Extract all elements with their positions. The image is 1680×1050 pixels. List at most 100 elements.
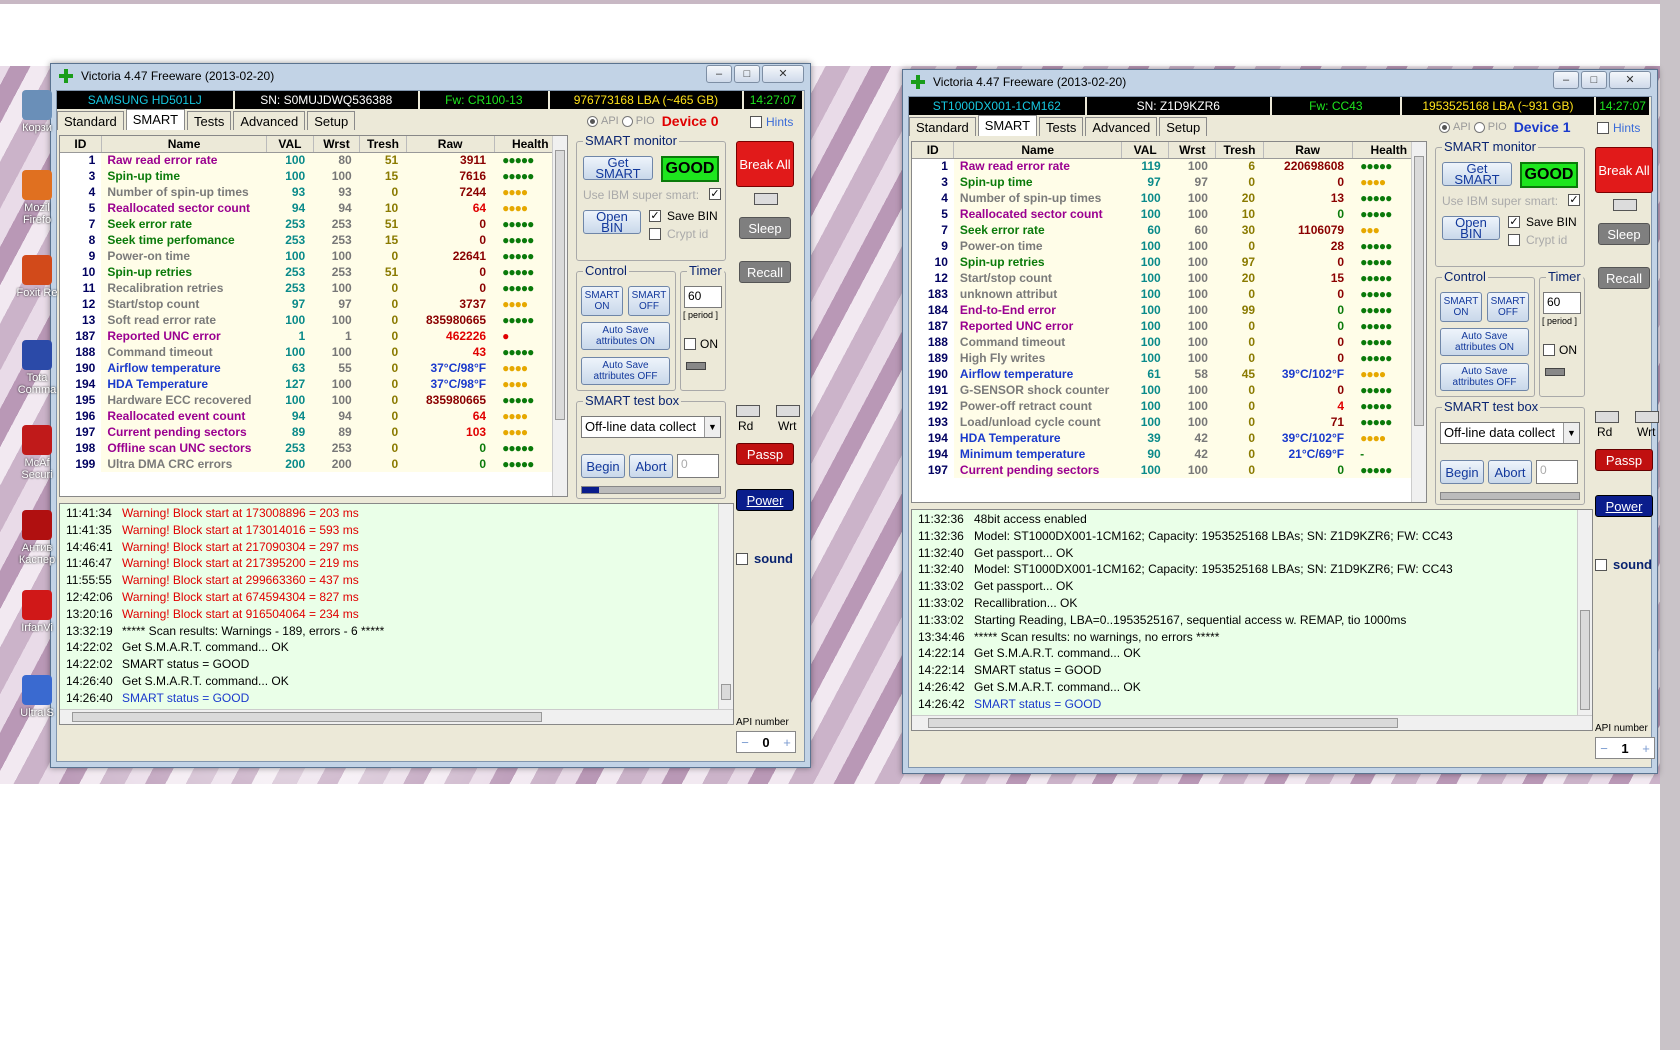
table-row[interactable]: 188 Command timeout 100 100 0 0 ●●●●● [912,334,1426,350]
auto-save-off-button[interactable]: Auto Save attributes OFF [1440,363,1529,391]
victoria-window-1[interactable]: Victoria 4.47 Freeware (2013-02-20) – □ ✕ ST… [902,69,1659,774]
desktop-icon-3[interactable]: Tota Comma [14,340,60,396]
chevron-down-icon[interactable]: ▼ [1563,423,1579,443]
table-row[interactable]: 191 G-SENSOR shock counter 100 100 0 0 ●●●●● [912,382,1426,398]
table-row[interactable]: 12 Start/stop count 100 100 20 15 ●●●●● [912,270,1426,286]
desktop-icon-2[interactable]: Foxit Re [14,255,60,299]
plus-icon[interactable]: + [1638,738,1654,758]
table-row[interactable]: 197 Current pending sectors 100 100 0 0 ●●●●● [912,462,1426,478]
auto-save-on-button[interactable]: Auto Save attributes ON [1440,328,1529,356]
table-row[interactable]: 12 Start/stop count 97 97 0 3737 ●●●● [60,296,567,312]
hints-toggle[interactable]: Hints [750,115,793,129]
table-row[interactable]: 190 Airflow temperature 63 55 0 37°C/98°F ●●●● [60,360,567,376]
save-bin-checkbox[interactable]: ✓ [649,210,661,222]
column-header-wrst[interactable]: Wrst [1168,142,1217,159]
open-bin-button[interactable]: Open BIN [583,210,641,234]
event-log[interactable]: 11:41:34 Warning! Block start at 17300889… [59,503,734,725]
table-row[interactable]: 7 Seek error rate 253 253 51 0 ●●●●● [60,216,567,232]
victoria-window-0[interactable]: Victoria 4.47 Freeware (2013-02-20) – □ ✕ SA… [50,63,811,768]
tab-standard[interactable]: Standard [909,117,976,136]
timer-on-checkbox[interactable] [1543,344,1555,356]
smart-on-button[interactable]: SMART ON [581,286,623,316]
plus-icon[interactable]: + [779,732,795,752]
title-bar[interactable]: Victoria 4.47 Freeware (2013-02-20) [51,64,810,88]
column-header-tresh[interactable]: Tresh [359,136,407,153]
table-row[interactable]: 10 Spin-up retries 253 253 51 0 ●●●●● [60,264,567,280]
column-header-id[interactable]: ID [60,136,102,153]
log-hscrollbar[interactable] [60,709,733,724]
table-row[interactable]: 193 Load/unload cycle count 100 100 0 71 ●●●●● [912,414,1426,430]
sleep-button[interactable]: Sleep [739,217,791,239]
power-button[interactable]: Power [1595,495,1653,517]
close-button[interactable]: ✕ [1609,71,1651,89]
pio-radio[interactable] [1473,121,1485,133]
table-row[interactable]: 194 Minimum temperature 90 42 0 21°C/69°F - [912,446,1426,462]
desktop-icon-6[interactable]: IrfanVi [14,590,60,634]
tab-standard[interactable]: Standard [57,111,124,130]
begin-button[interactable]: Begin [581,454,625,478]
table-row[interactable]: 1 Raw read error rate 119 100 6 220698608 ●●●●… [912,158,1426,174]
column-header-id[interactable]: ID [912,142,955,159]
smart-table[interactable]: ID Name VAL Wrst Tresh Raw Health 1 Raw read err… [911,141,1427,503]
api-number-stepper[interactable]: −0 + [736,731,796,753]
break-all-button[interactable]: Break All [1595,147,1653,193]
tab-tests[interactable]: Tests [1039,117,1084,136]
hints-checkbox[interactable] [1597,122,1609,134]
desktop-icon-7[interactable]: UltraIS [14,675,60,719]
maximize-button[interactable]: □ [734,65,760,83]
save-bin-checkbox[interactable]: ✓ [1508,216,1520,228]
log-scroll-thumb[interactable] [721,684,731,700]
column-header-raw[interactable]: Raw [1263,142,1353,159]
hints-toggle[interactable]: Hints [1597,121,1640,135]
table-row[interactable]: 9 Power-on time 100 100 0 28 ●●●●● [912,238,1426,254]
abort-button[interactable]: Abort [1488,460,1532,484]
desktop-icon-4[interactable]: McAf Securi [14,425,60,481]
tab-setup[interactable]: Setup [1159,117,1208,136]
timer-on-checkbox[interactable] [684,338,696,350]
column-header-name[interactable]: Name [953,142,1123,159]
table-row[interactable]: 11 Recalibration retries 253 100 0 0 ●●●●● [60,280,567,296]
maximize-button[interactable]: □ [1581,71,1607,89]
table-row[interactable]: 190 Airflow temperature 61 58 45 39°C/102°F ●●… [912,366,1426,382]
tab-advanced[interactable]: Advanced [1085,117,1158,136]
ibm-checkbox[interactable]: ✓ [1568,194,1580,206]
close-button[interactable]: ✕ [762,65,804,83]
column-header-wrst[interactable]: Wrst [313,136,361,153]
table-row[interactable]: 3 Spin-up time 97 97 0 0 ●●●● [912,174,1426,190]
timer-input[interactable]: 60 [1543,292,1581,314]
event-log[interactable]: 11:32:36 48bit access enabled 11:32:36 Mode… [911,509,1593,731]
table-row[interactable]: 192 Power-off retract count 100 100 0 4 ●●●●● [912,398,1426,414]
table-row[interactable]: 5 Reallocated sector count 100 100 10 0 ●●●●● [912,206,1426,222]
api-radio[interactable] [1439,121,1450,133]
get-smart-button[interactable]: Get SMART [583,156,653,180]
table-row[interactable]: 187 Reported UNC error 1 1 0 462226 ● [60,328,567,344]
hints-checkbox[interactable] [750,116,762,128]
column-header-tresh[interactable]: Tresh [1215,142,1264,159]
timer-input[interactable]: 60 [684,286,722,308]
test-value-input[interactable]: 0 [1536,460,1578,484]
title-bar[interactable]: Victoria 4.47 Freeware (2013-02-20) [903,70,1657,94]
api-radio[interactable] [587,115,598,127]
table-row[interactable]: 13 Soft read error rate 100 100 0 835980665 ●●… [60,312,567,328]
table-scrollbar[interactable] [1411,142,1426,502]
table-row[interactable]: 183 unknown attribut 100 100 0 0 ●●●●● [912,286,1426,302]
log-vscrollbar[interactable] [718,504,733,709]
log-hscrollbar[interactable] [912,715,1592,730]
table-row[interactable]: 5 Reallocated sector count 94 94 10 64 ●●●● [60,200,567,216]
column-header-name[interactable]: Name [101,136,268,153]
tab-setup[interactable]: Setup [307,111,356,130]
desktop-icon-5[interactable]: Антив Каспер [14,510,60,566]
pio-radio[interactable] [621,115,633,127]
ibm-super-smart[interactable]: Use IBM super smart: [583,188,699,202]
table-row[interactable]: 3 Spin-up time 100 100 15 7616 ●●●●● [60,168,567,184]
tab-advanced[interactable]: Advanced [233,111,306,130]
column-header-val[interactable]: VAL [1121,142,1170,159]
table-row[interactable]: 189 High Fly writes 100 100 0 0 ●●●●● [912,350,1426,366]
minimize-button[interactable]: – [706,65,732,83]
test-value-input[interactable]: 0 [677,454,719,478]
log-hscroll-thumb[interactable] [72,712,542,722]
minus-icon[interactable]: − [1596,738,1612,758]
crypt-id-checkbox[interactable] [649,228,661,240]
column-header-val[interactable]: VAL [266,136,314,153]
smart-on-button[interactable]: SMART ON [1440,292,1482,322]
